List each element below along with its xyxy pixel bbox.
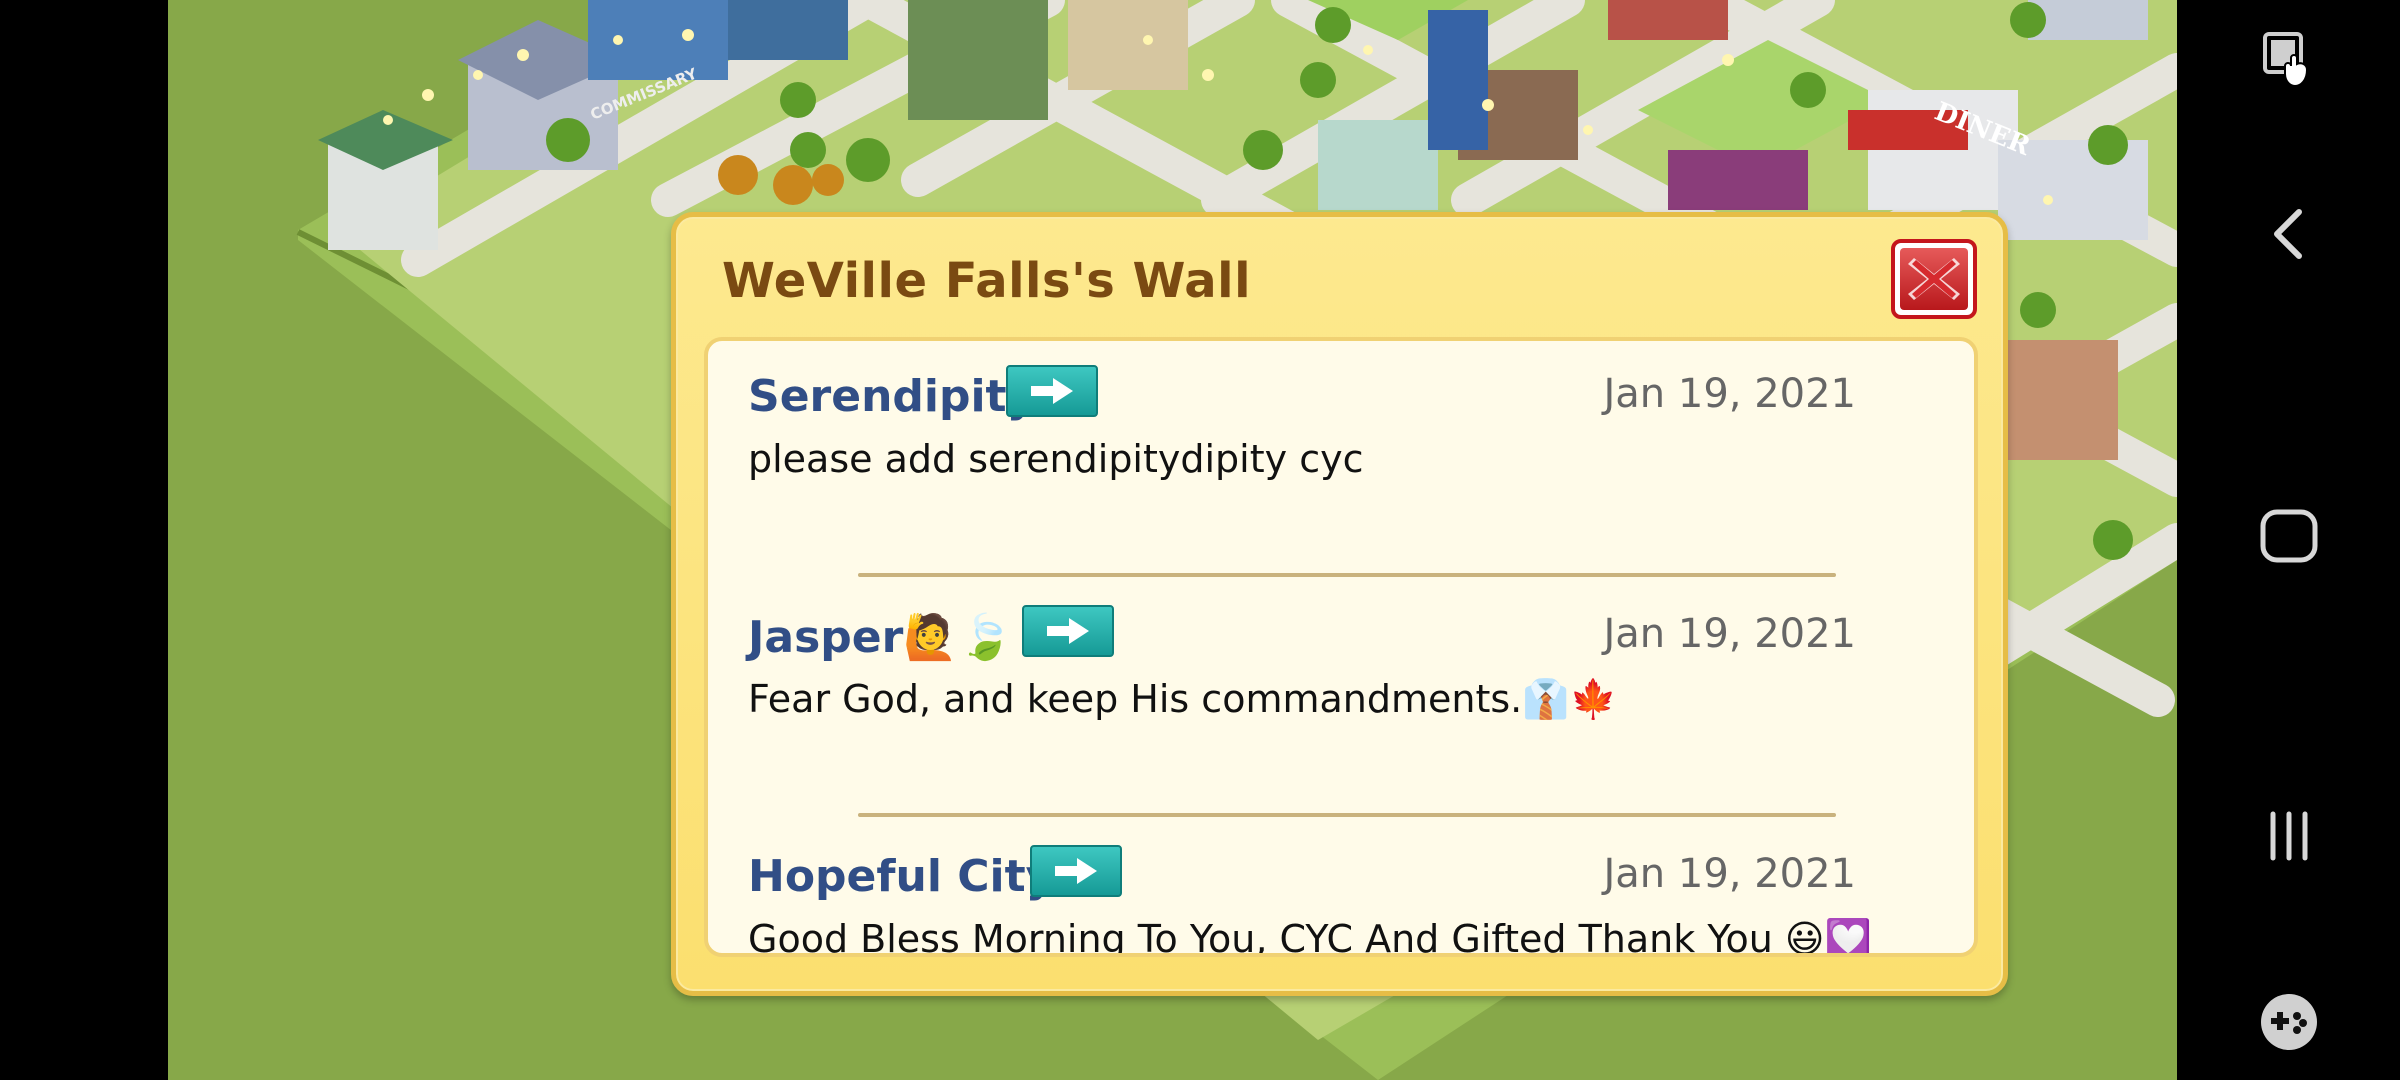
screen-touch-icon [2262, 32, 2308, 88]
recents-icon [2270, 811, 2307, 861]
home-button[interactable] [2257, 504, 2321, 568]
visit-city-button[interactable] [1022, 605, 1114, 657]
post-date: Jan 19, 2021 [1603, 851, 1857, 897]
visit-city-button[interactable] [1030, 845, 1122, 897]
wall-dialog: WeVille Falls's Wall Serendipity Jan 19,… [671, 212, 2008, 996]
post-message: Fear God, and keep His commandments.👔🍁 [748, 677, 1617, 721]
close-icon [1900, 248, 1968, 310]
arrow-right-icon [1031, 378, 1073, 404]
arrow-right-icon [1047, 618, 1089, 644]
device-screen: COMMISSARY DINER WeVille Falls's Wall Se… [0, 0, 2400, 1080]
system-nav-bar [2177, 0, 2400, 1080]
close-button[interactable] [1891, 239, 1977, 319]
back-button[interactable] [2263, 204, 2315, 264]
arrow-right-icon [1055, 858, 1097, 884]
recents-button[interactable] [2259, 806, 2319, 866]
post-author[interactable]: Serendipity [748, 371, 1035, 422]
gamepad-icon [2260, 994, 2317, 1050]
post-date: Jan 19, 2021 [1603, 371, 1857, 417]
post-date: Jan 19, 2021 [1603, 611, 1857, 657]
back-icon [2273, 209, 2302, 259]
post-author[interactable]: Jasper🙋🍃 [748, 611, 1013, 663]
wall-post: Jasper🙋🍃 Jan 19, 2021 Fear God, and keep… [708, 581, 1974, 821]
post-divider [858, 813, 1836, 817]
post-message: Good Bless Morning To You, CYC And Gifte… [748, 917, 1872, 957]
home-icon [2260, 509, 2317, 563]
wall-post: Hopeful City Jan 19, 2021 Good Bless Mor… [708, 821, 1974, 957]
wall-post-list[interactable]: Serendipity Jan 19, 2021 please add sere… [704, 337, 1978, 957]
post-message: please add serendipitydipity cyc [748, 437, 1364, 481]
wall-post: Serendipity Jan 19, 2021 please add sere… [708, 341, 1974, 581]
post-author[interactable]: Hopeful City [748, 851, 1054, 902]
wall-title: WeVille Falls's Wall [722, 253, 1252, 309]
game-tools-button[interactable] [2257, 990, 2321, 1054]
game-viewport[interactable]: COMMISSARY DINER WeVille Falls's Wall Se… [168, 0, 2177, 1080]
visit-city-button[interactable] [1006, 365, 1098, 417]
screen-touch-button[interactable] [2257, 28, 2321, 92]
post-divider [858, 573, 1836, 577]
